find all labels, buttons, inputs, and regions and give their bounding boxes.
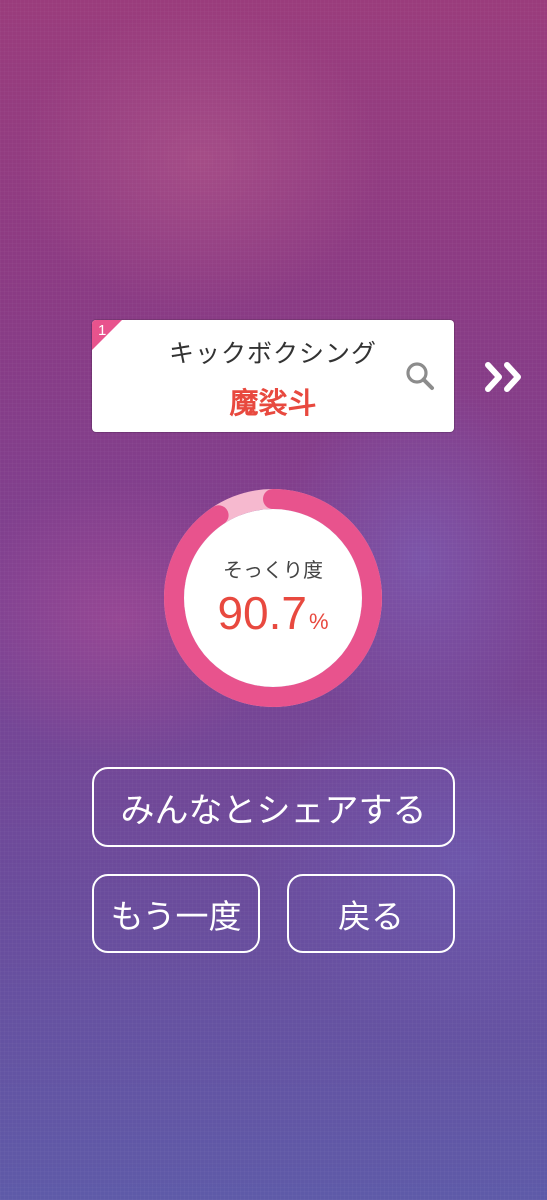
share-button[interactable]: みんなとシェアする xyxy=(92,767,455,847)
retry-button[interactable]: もう一度 xyxy=(92,874,260,953)
similarity-label: そっくり度 xyxy=(223,558,323,582)
similarity-value: 90.7% xyxy=(163,586,383,640)
celebrity-name: 魔裟斗 xyxy=(229,386,317,420)
search-icon[interactable] xyxy=(404,360,436,392)
similarity-unit: % xyxy=(308,609,329,634)
result-card[interactable]: 1 キックボクシング 魔裟斗 xyxy=(92,320,454,432)
similarity-gauge: そっくり度 90.7% xyxy=(163,488,383,708)
category-label: キックボクシング xyxy=(168,339,377,368)
similarity-number: 90.7 xyxy=(217,587,307,639)
double-chevron-right-icon[interactable] xyxy=(482,357,526,397)
back-button[interactable]: 戻る xyxy=(287,874,455,953)
